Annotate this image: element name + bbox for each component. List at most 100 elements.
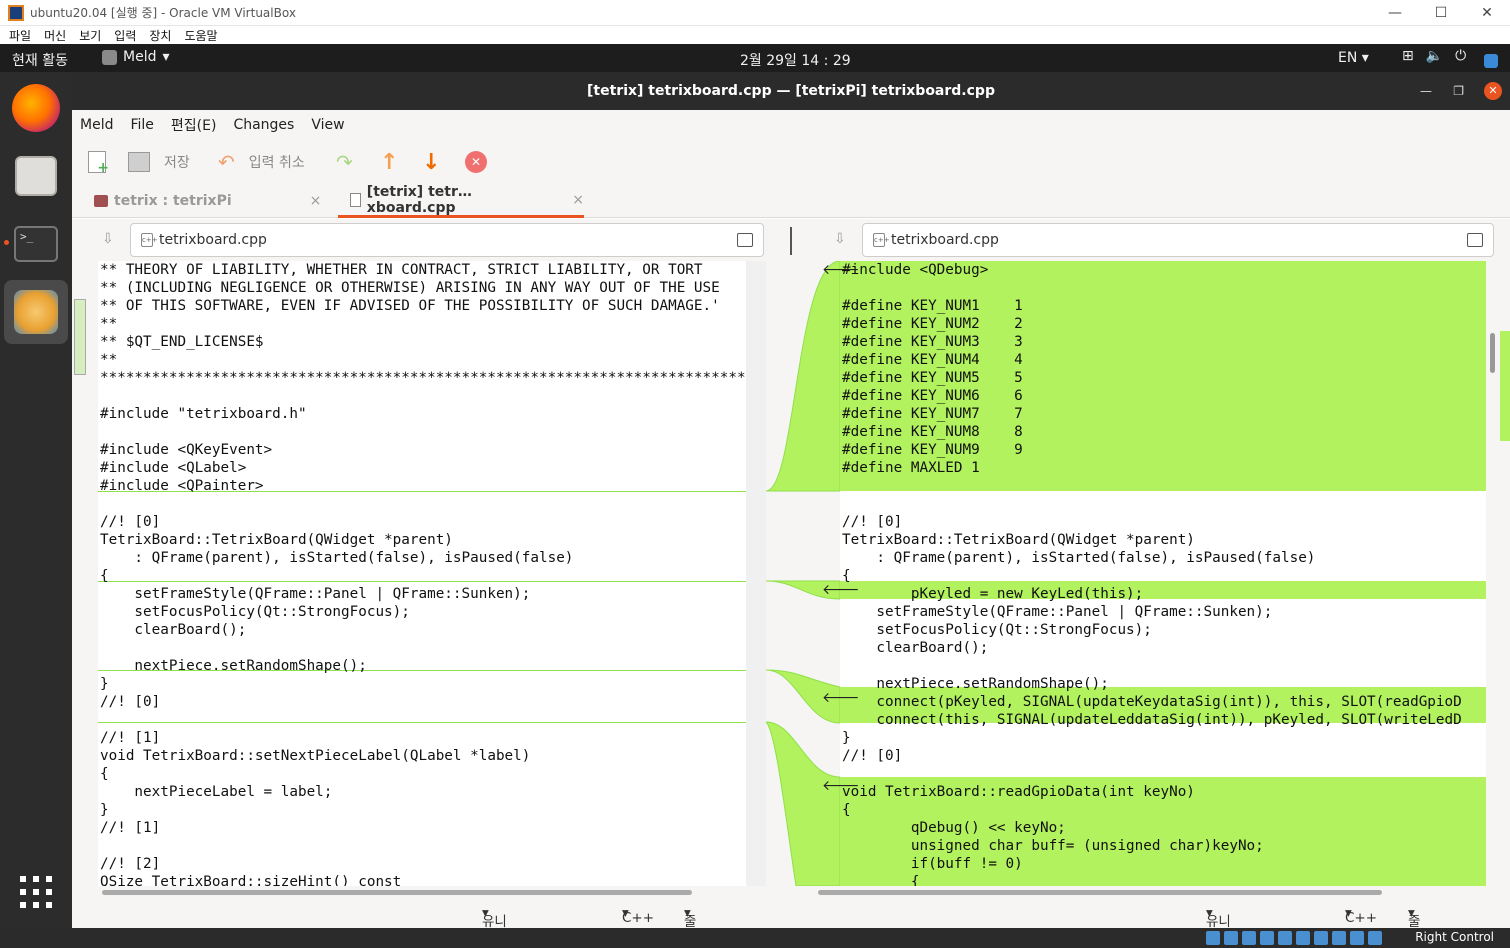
- notification-icon[interactable]: [1484, 54, 1498, 68]
- cpu-icon: [1350, 931, 1364, 945]
- optical-icon: [1224, 931, 1238, 945]
- terminal-icon: >_: [14, 226, 58, 262]
- right-code: #include <QDebug> #define KEY_NUM1 1 #de…: [842, 262, 1462, 886]
- left-horizontal-scrollbar[interactable]: [102, 890, 692, 895]
- right-encoding-selector[interactable]: 유니코드 (UTF-8) ▾: [1206, 905, 1231, 948]
- right-lock-icon[interactable]: ⇩: [834, 231, 846, 247]
- left-encoding-selector[interactable]: 유니코드 (UTF-8) ▾: [482, 905, 507, 948]
- arrow-down-icon: ↓: [422, 149, 441, 175]
- left-file-chooser[interactable]: c++ tetrixboard.cpp: [130, 223, 764, 257]
- host-menu-file[interactable]: 파일: [9, 27, 31, 44]
- dock-terminal[interactable]: >_: [4, 212, 68, 276]
- maximize-button[interactable]: ❐: [1453, 72, 1464, 110]
- stop-button[interactable]: ✕: [465, 149, 487, 175]
- menu-file[interactable]: File: [130, 117, 153, 133]
- copy-left-arrow-icon[interactable]: 🡐: [822, 261, 860, 278]
- tab-close-icon[interactable]: ×: [572, 192, 584, 208]
- hdd-icon: [1206, 931, 1220, 945]
- folder-icon: [94, 195, 108, 207]
- left-cursor-position[interactable]: 줄 1, 칸 1 ▾: [684, 905, 697, 946]
- host-menu-view[interactable]: 보기: [79, 27, 101, 44]
- left-language-selector[interactable]: C++ ▾: [622, 905, 654, 926]
- audio-icon: [1242, 931, 1256, 945]
- input-language[interactable]: EN ▾: [1338, 50, 1369, 66]
- virtualbox-icon: [8, 4, 24, 21]
- copy-left-arrow-icon[interactable]: 🡐: [822, 689, 860, 706]
- undo-button[interactable]: ↶ 입력 취소: [218, 149, 305, 175]
- previous-change-button[interactable]: ↑: [380, 149, 398, 175]
- left-language-label: C++: [622, 910, 655, 926]
- host-close-button[interactable]: ✕: [1464, 0, 1510, 26]
- right-overview-map[interactable]: [1500, 331, 1510, 441]
- copy-left-arrow-icon[interactable]: 🡐: [822, 777, 860, 794]
- host-statusbar: Right Control: [0, 928, 1510, 948]
- new-comparison-button[interactable]: +: [88, 149, 109, 176]
- mouse-integration-icon: [1368, 931, 1382, 945]
- next-change-button[interactable]: ↓: [422, 149, 440, 175]
- window-title: [tetrix] tetrixboard.cpp — [tetrixPi] te…: [587, 83, 995, 99]
- files-icon: [15, 156, 57, 196]
- diff-view: ⇩ c++ tetrixboard.cpp ⇩ c++ tetrixboard.…: [72, 219, 1510, 900]
- show-applications-icon[interactable]: [20, 876, 52, 908]
- display-icon: [1314, 931, 1328, 945]
- right-text-pane[interactable]: #include <QDebug> #define KEY_NUM1 1 #de…: [840, 261, 1486, 886]
- cpp-file-icon: c++: [873, 233, 890, 247]
- activities-button[interactable]: 현재 활동: [12, 50, 68, 70]
- ubuntu-topbar: 현재 활동 Meld ▾ 2월 29일 14 : 29 EN ▾ ⊞ 🔈 ⏻: [0, 44, 1510, 72]
- menu-meld[interactable]: Meld: [80, 117, 113, 133]
- close-button[interactable]: ✕: [1484, 82, 1502, 100]
- chevron-down-icon: ▾: [162, 49, 170, 65]
- host-titlebar: ubuntu20.04 [실행 중] - Oracle VM VirtualBo…: [0, 0, 1510, 26]
- toolbar: + 저장 ↶ 입력 취소 ↷ ↑ ↓ ✕: [72, 140, 1510, 184]
- network-icon: ⊞: [1402, 48, 1414, 64]
- dock-meld[interactable]: [4, 280, 68, 344]
- minimize-button[interactable]: —: [1420, 72, 1432, 110]
- right-vertical-scrollbar[interactable]: [1490, 333, 1495, 373]
- left-lock-icon[interactable]: ⇩: [102, 231, 114, 247]
- redo-button[interactable]: ↷: [336, 149, 353, 175]
- host-menu-machine[interactable]: 머신: [44, 27, 66, 44]
- cpp-file-icon: c++: [141, 233, 158, 247]
- dock: >_: [0, 72, 72, 928]
- save-button[interactable]: 저장: [128, 149, 190, 175]
- browse-icon[interactable]: [737, 233, 753, 247]
- input-language-label: EN: [1338, 50, 1358, 66]
- left-text-pane[interactable]: ** THEORY OF LIABILITY, WHETHER IN CONTR…: [98, 261, 746, 886]
- host-menu-input[interactable]: 입력: [114, 27, 136, 44]
- document-icon: [350, 192, 361, 207]
- system-tray[interactable]: ⊞ 🔈 ⏻: [1402, 48, 1466, 64]
- volume-icon: 🔈: [1425, 48, 1444, 64]
- tab-close-icon[interactable]: ×: [310, 193, 322, 209]
- network-icon: [1260, 931, 1274, 945]
- right-filename: tetrixboard.cpp: [891, 232, 999, 248]
- undo-label: 입력 취소: [248, 155, 305, 171]
- left-filename: tetrixboard.cpp: [159, 232, 267, 248]
- dock-files[interactable]: [4, 144, 68, 208]
- menu-edit[interactable]: 편집(E): [171, 115, 217, 135]
- left-code: ** THEORY OF LIABILITY, WHETHER IN CONTR…: [100, 262, 746, 886]
- menu-view[interactable]: View: [311, 117, 344, 133]
- menu-changes[interactable]: Changes: [233, 117, 294, 133]
- redo-icon: ↷: [336, 150, 353, 174]
- right-horizontal-scrollbar[interactable]: [818, 890, 1382, 895]
- copy-left-arrow-icon[interactable]: 🡐: [822, 581, 860, 598]
- shared-folder-icon: [1296, 931, 1310, 945]
- left-overview-map[interactable]: [74, 299, 86, 375]
- app-menu[interactable]: Meld ▾: [102, 49, 170, 65]
- browse-icon[interactable]: [1467, 233, 1483, 247]
- app-menu-label: Meld: [123, 49, 157, 65]
- right-language-selector[interactable]: C++ ▾: [1345, 905, 1377, 926]
- host-menu-help[interactable]: 도움말: [184, 27, 217, 44]
- right-file-chooser[interactable]: c++ tetrixboard.cpp: [862, 223, 1494, 257]
- host-device-icons[interactable]: [1206, 931, 1382, 945]
- host-minimize-button[interactable]: —: [1372, 0, 1418, 26]
- host-menu-devices[interactable]: 장치: [149, 27, 171, 44]
- firefox-icon: [12, 84, 60, 132]
- clock[interactable]: 2월 29일 14 : 29: [740, 50, 851, 70]
- new-file-icon: +: [88, 151, 109, 176]
- dock-firefox[interactable]: [4, 76, 68, 140]
- tab-folder-comparison[interactable]: tetrix : tetrixPi ×: [94, 184, 321, 218]
- tab-file-comparison[interactable]: [tetrix] tetr…xboard.cpp ×: [338, 184, 584, 218]
- host-maximize-button[interactable]: ☐: [1418, 0, 1464, 26]
- right-cursor-position[interactable]: 줄 56, 칸 1 ▾: [1408, 905, 1429, 946]
